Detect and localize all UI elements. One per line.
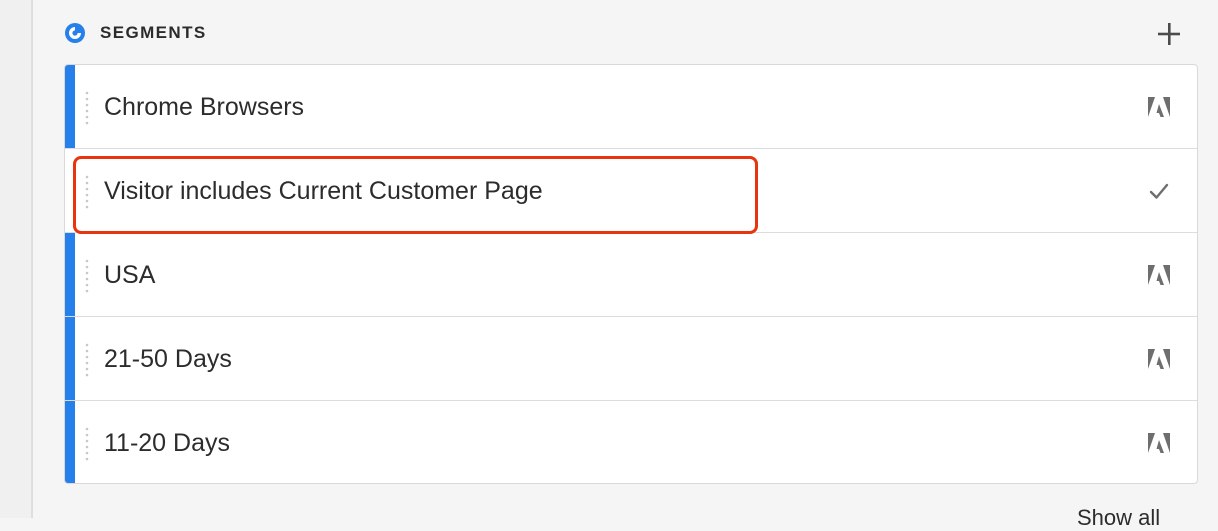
drag-handle-icon[interactable] xyxy=(85,175,89,209)
segment-label: USA xyxy=(104,261,156,289)
segment-label: Chrome Browsers xyxy=(104,93,305,121)
segment-row-chrome-browsers[interactable]: Chrome Browsers xyxy=(65,65,1197,149)
segments-panel-header: SEGMENTS xyxy=(64,18,1184,48)
drag-handle-icon[interactable] xyxy=(85,259,89,293)
segment-label: 21-50 Days xyxy=(104,345,232,373)
adobe-logo-icon xyxy=(1148,349,1170,369)
segments-icon xyxy=(64,22,86,44)
show-all-link[interactable]: Show all xyxy=(1077,505,1160,531)
segment-row-11-20-days[interactable]: 11-20 Days xyxy=(65,401,1197,483)
row-accent-bar xyxy=(65,233,75,316)
drag-handle-icon[interactable] xyxy=(85,91,89,125)
segment-row-usa[interactable]: USA xyxy=(65,233,1197,317)
adobe-logo-icon xyxy=(1148,265,1170,285)
segment-label: Visitor includes Current Customer Page xyxy=(104,177,543,205)
adobe-logo-icon xyxy=(1148,97,1170,117)
segment-label: 11-20 Days xyxy=(104,429,230,457)
add-segment-button[interactable] xyxy=(1154,20,1184,48)
row-accent-bar xyxy=(65,65,75,148)
row-accent-bar xyxy=(65,317,75,400)
segment-row-21-50-days[interactable]: 21-50 Days xyxy=(65,317,1197,401)
segments-list: Chrome Browsers Visitor includes Current… xyxy=(64,64,1198,484)
left-rail xyxy=(0,0,33,518)
checkmark-icon xyxy=(1149,183,1169,199)
panel-title: SEGMENTS xyxy=(100,23,207,42)
row-accent-bar xyxy=(65,401,75,483)
drag-handle-icon[interactable] xyxy=(85,427,89,461)
adobe-logo-icon xyxy=(1148,433,1170,453)
segment-row-visitor-includes-current-customer-page[interactable]: Visitor includes Current Customer Page xyxy=(65,149,1197,233)
plus-icon xyxy=(1158,23,1180,45)
drag-handle-icon[interactable] xyxy=(85,343,89,377)
